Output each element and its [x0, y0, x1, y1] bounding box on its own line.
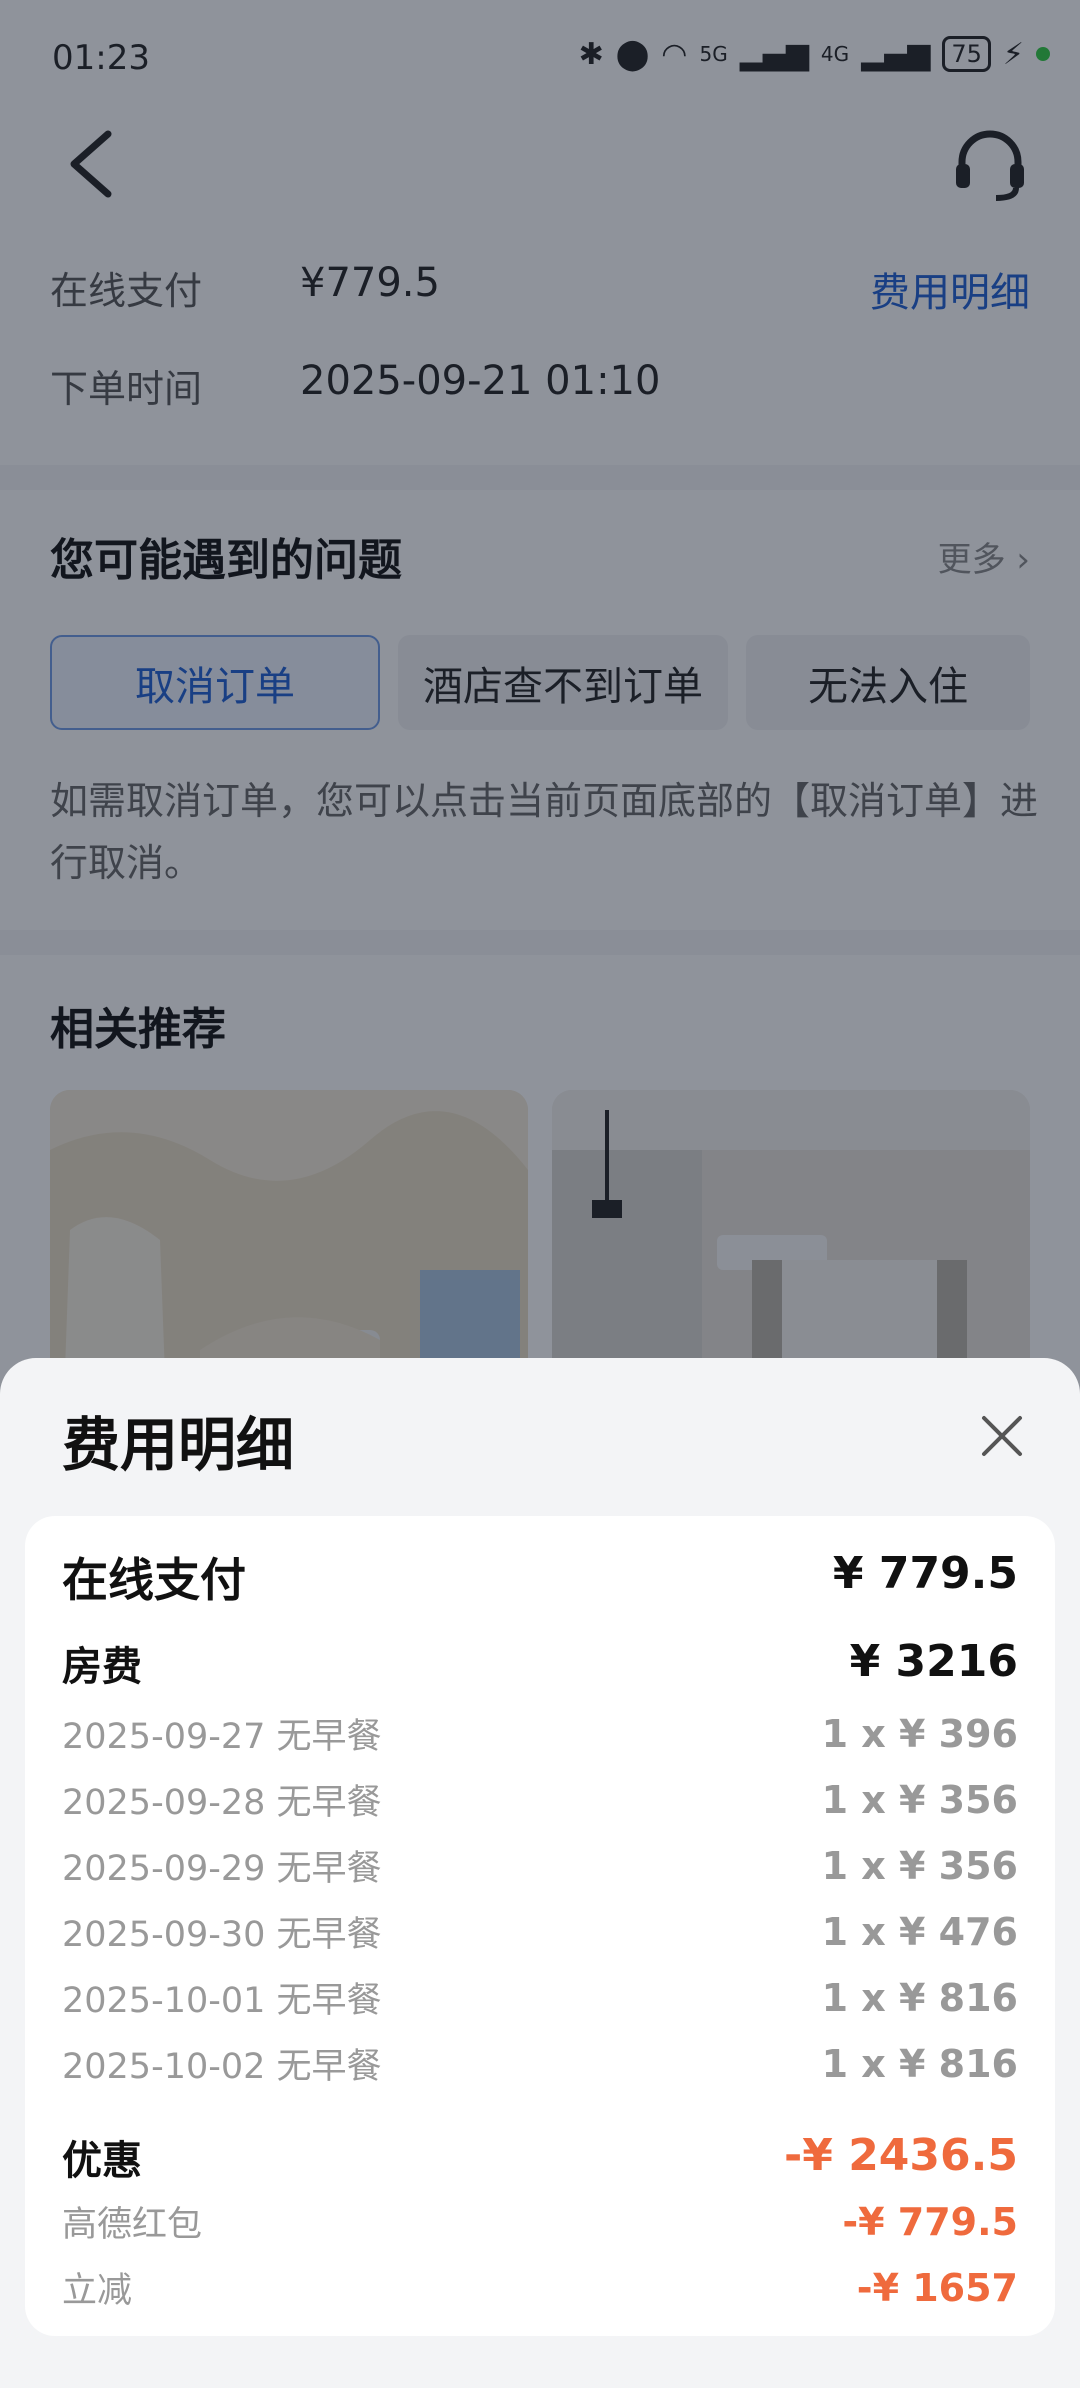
fee-detail-sheet: 费用明细 在线支付 ¥ 779.5 房费 ¥ 3216 2025-09-27 无… [0, 1358, 1080, 2388]
night-price: 1 x ¥ 816 [821, 1976, 1018, 2020]
night-price: 1 x ¥ 476 [821, 1910, 1018, 1954]
close-icon[interactable] [978, 1412, 1026, 1460]
online-pay-value: ¥ 779.5 [832, 1548, 1018, 1599]
night-price: 1 x ¥ 356 [821, 1778, 1018, 1822]
night-date: 2025-09-28 无早餐 [62, 1783, 382, 1823]
night-date: 2025-10-01 无早餐 [62, 1981, 382, 2021]
room-fee-value: ¥ 3216 [849, 1636, 1018, 1687]
sheet-title: 费用明细 [62, 1411, 295, 1479]
discount-item-label: 立减 [62, 2271, 133, 2311]
discount-item-value: -¥ 779.5 [842, 2200, 1018, 2244]
discount-item-label: 高德红包 [62, 2205, 203, 2245]
night-price: 1 x ¥ 816 [821, 2042, 1018, 2086]
night-date: 2025-09-30 无早餐 [62, 1915, 382, 1955]
discount-label: 优惠 [62, 2138, 142, 2184]
online-pay-label: 在线支付 [62, 1553, 246, 1607]
room-fee-label: 房费 [62, 1644, 142, 1690]
night-date: 2025-09-29 无早餐 [62, 1849, 382, 1889]
discount-item-value: -¥ 1657 [856, 2266, 1018, 2310]
fee-detail-panel: 在线支付 ¥ 779.5 房费 ¥ 3216 2025-09-27 无早餐 1 … [25, 1516, 1055, 2336]
night-price: 1 x ¥ 356 [821, 1844, 1018, 1888]
night-price: 1 x ¥ 396 [821, 1712, 1018, 1756]
discount-total: -¥ 2436.5 [784, 2130, 1018, 2181]
night-date: 2025-09-27 无早餐 [62, 1717, 382, 1757]
night-date: 2025-10-02 无早餐 [62, 2047, 382, 2087]
